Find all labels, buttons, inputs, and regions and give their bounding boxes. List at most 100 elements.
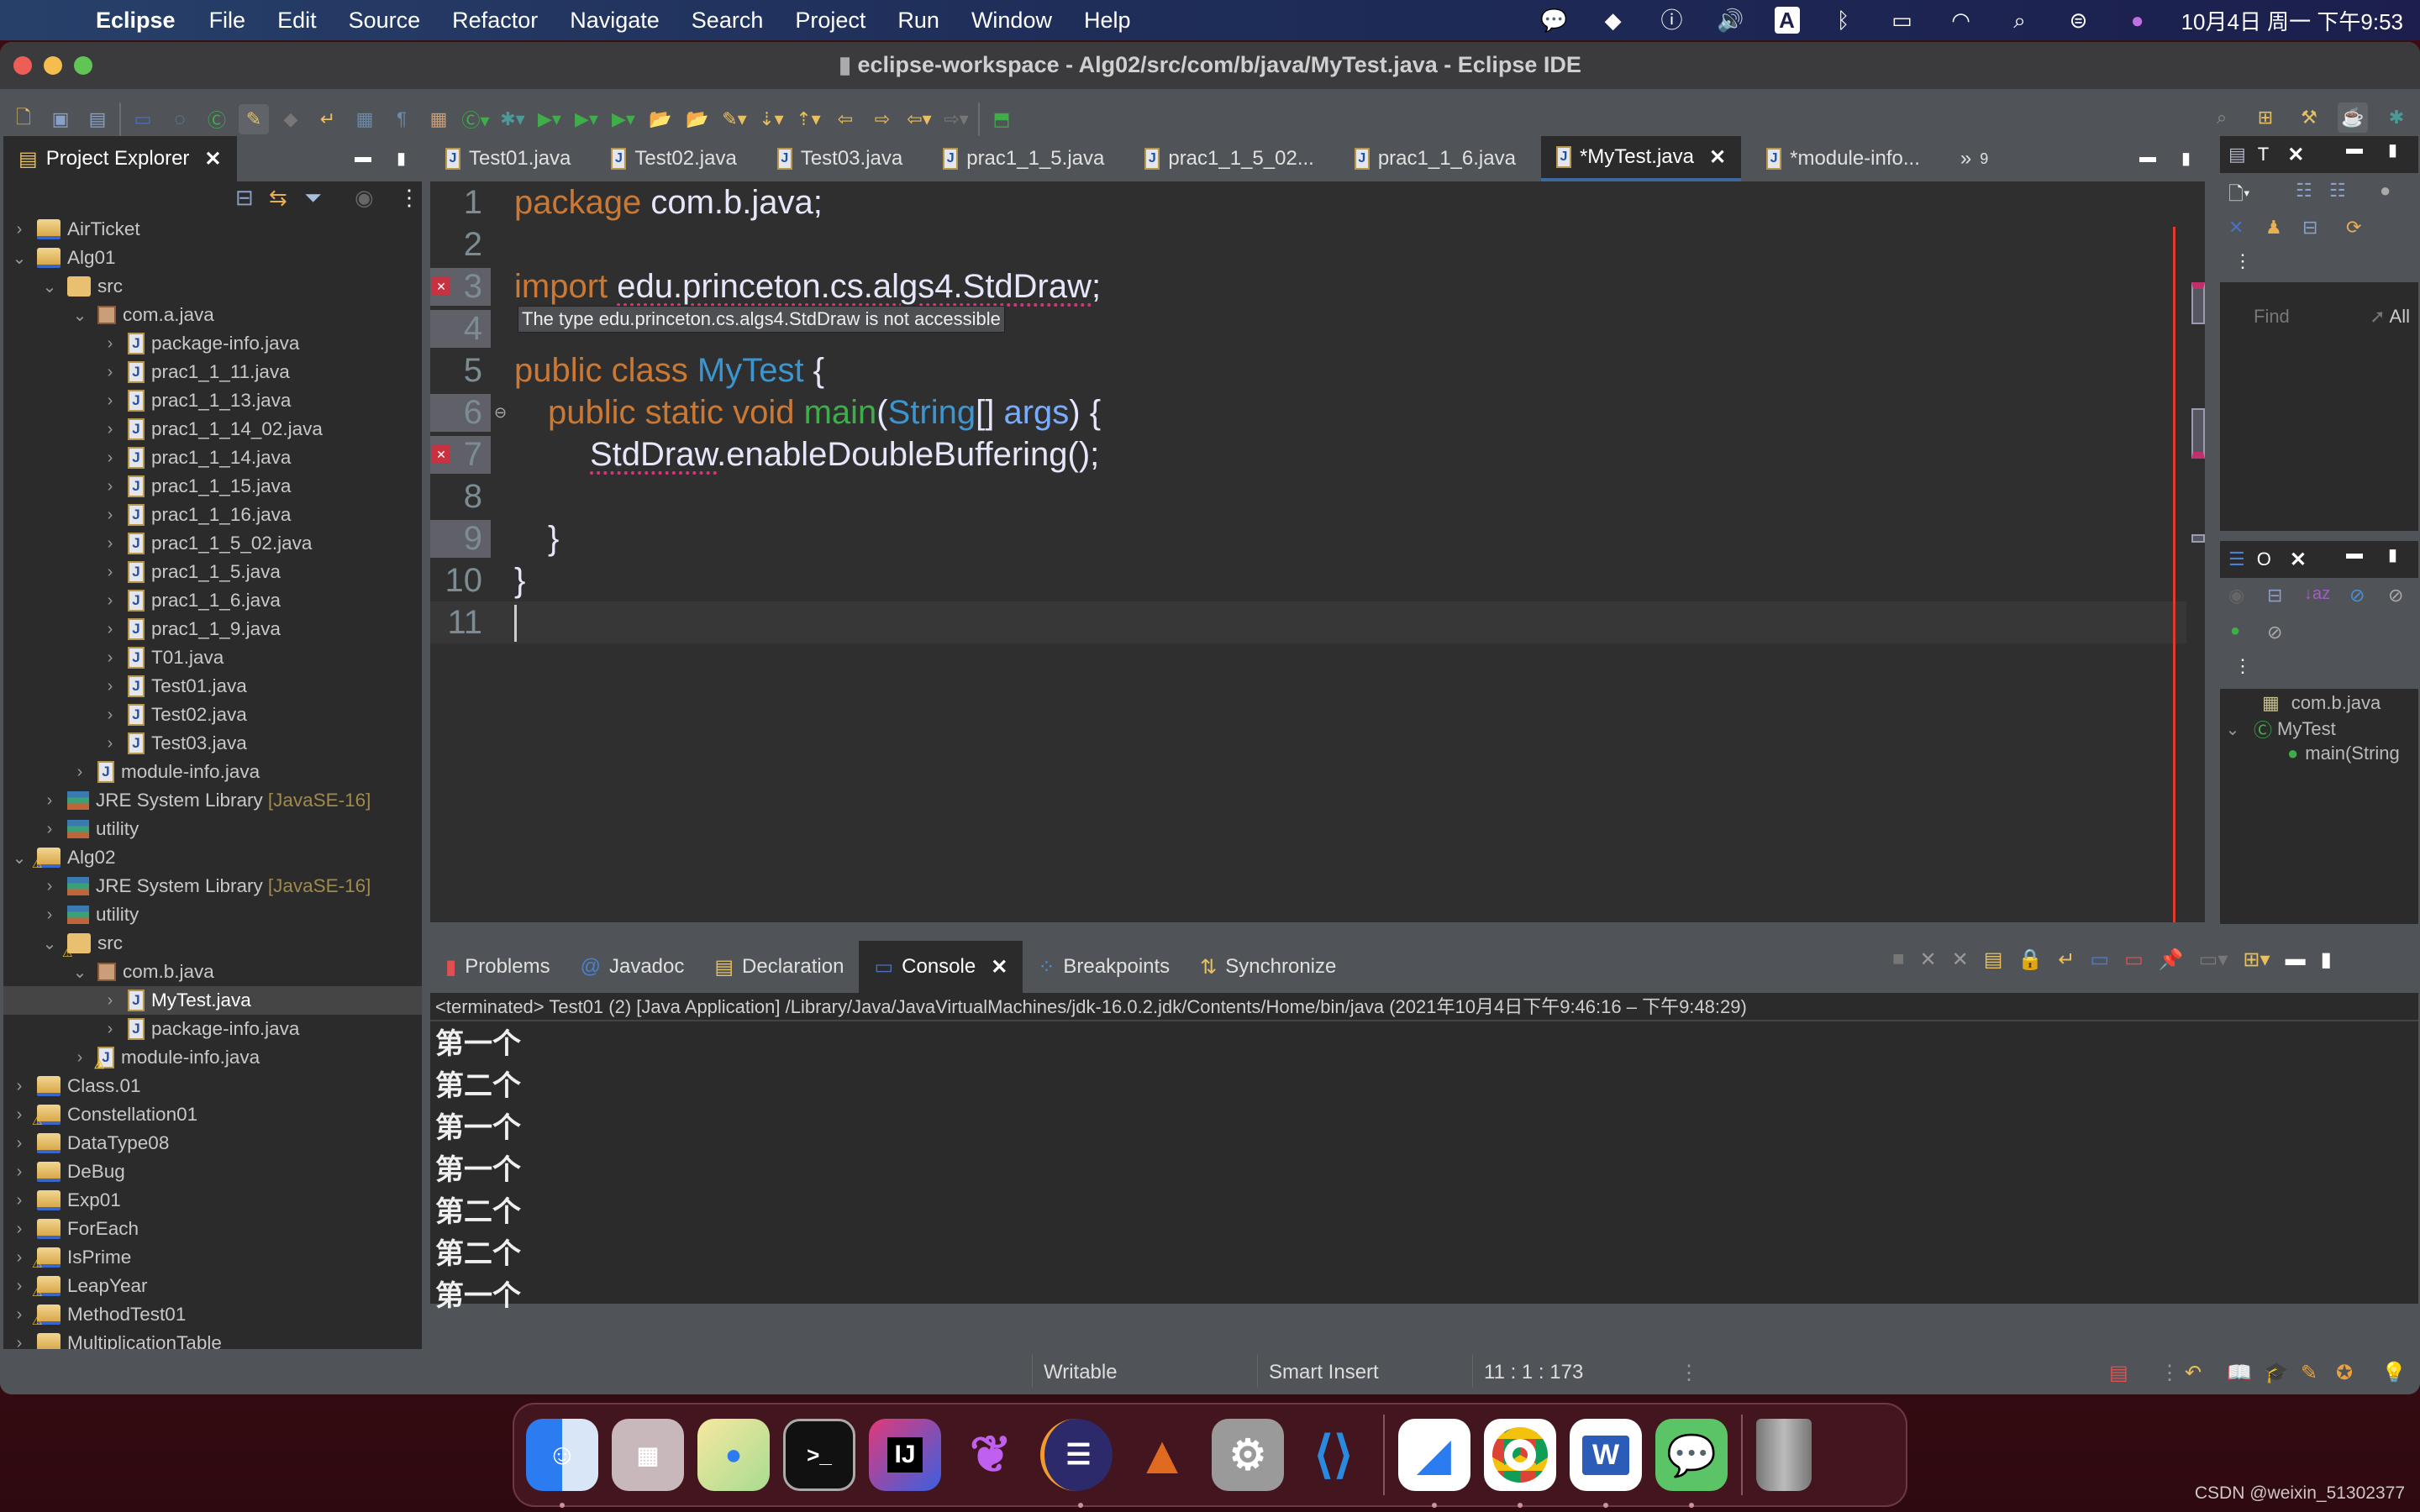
display-console-icon[interactable]: ▭▾: [2199, 948, 2228, 972]
chevron-right-icon[interactable]: ›: [10, 220, 29, 239]
maximize-icon[interactable]: ▮: [2321, 948, 2332, 972]
chevron-down-icon[interactable]: ⌄: [71, 962, 89, 983]
tree-item[interactable]: › Jprac1_1_11.java: [3, 358, 422, 386]
prev-annotation-icon[interactable]: ⇡▾: [793, 104, 823, 134]
error-log-icon[interactable]: ▤: [2109, 1361, 2128, 1385]
new-class-dropdown-icon[interactable]: Ⓒ▾: [460, 104, 491, 134]
chevron-right-icon[interactable]: ›: [10, 1334, 29, 1352]
show-my-tasks-icon[interactable]: ♟: [2265, 217, 2282, 239]
tree-item[interactable]: › utility: [3, 900, 422, 929]
menu-project[interactable]: Project: [795, 8, 865, 34]
chevron-down-icon[interactable]: ⌄: [10, 848, 29, 869]
synchronize-icon[interactable]: ⟳: [2346, 217, 2361, 239]
remove-launch-icon[interactable]: ✕: [1920, 948, 1937, 972]
remove-all-terminated-icon[interactable]: ✕: [1952, 948, 1969, 972]
chevron-right-icon[interactable]: ›: [40, 791, 59, 811]
tab-breakpoints[interactable]: ⁘ Breakpoints: [1023, 941, 1185, 993]
chevron-right-icon[interactable]: ›: [10, 1305, 29, 1325]
menu-app-name[interactable]: Eclipse: [96, 8, 176, 34]
view-menu-icon[interactable]: ⋮: [398, 185, 420, 211]
volume-icon[interactable]: 🔊: [1716, 7, 1746, 34]
chevron-right-icon[interactable]: ›: [101, 677, 119, 696]
all-filter[interactable]: ➚ All: [2370, 306, 2410, 328]
hide-static-icon[interactable]: ⊘: [2388, 585, 2403, 606]
console-output[interactable]: 第一个 第二个 第一个 第一个 第二个 第二个 第一个: [435, 1023, 521, 1317]
chevron-right-icon[interactable]: ›: [40, 906, 59, 925]
terminate-icon[interactable]: ■: [1892, 948, 1905, 972]
tab-task-list[interactable]: ▤ T ✕: [2220, 136, 2321, 173]
minimize-icon[interactable]: ▬: [2139, 148, 2156, 169]
tree-item[interactable]: › Jprac1_1_14_02.java: [3, 415, 422, 444]
outline-item[interactable]: ▦ com.b.java: [2220, 689, 2418, 717]
wand-icon[interactable]: ✎: [2301, 1361, 2317, 1385]
java-perspective-icon[interactable]: ☕: [2338, 102, 2368, 133]
editor-tab[interactable]: Jprac1_1_6.java: [1339, 136, 1531, 181]
step-icon[interactable]: ◆: [276, 104, 306, 134]
show-whitespace-icon[interactable]: ¶: [387, 104, 417, 134]
hide-local-types-icon[interactable]: ⊘: [2267, 622, 2282, 643]
save-icon[interactable]: ▣: [45, 104, 76, 134]
new-package-icon[interactable]: ▦: [424, 104, 454, 134]
chevron-right-icon[interactable]: ›: [101, 534, 119, 554]
chevron-right-icon[interactable]: ›: [101, 1020, 119, 1039]
filter-icon[interactable]: ⏷: [304, 185, 322, 212]
forward-to-edit-icon[interactable]: ⇨: [867, 104, 897, 134]
new-task-icon[interactable]: 🗋▾: [2228, 180, 2250, 212]
chevron-down-icon[interactable]: ⌄: [40, 276, 59, 297]
forward-icon[interactable]: ⇨▾: [941, 104, 971, 134]
open-perspective-button-icon[interactable]: ⊞: [2250, 102, 2281, 133]
close-icon[interactable]: ✕: [991, 955, 1007, 979]
editor-tab[interactable]: J *MyTest.java ✕: [1540, 136, 1742, 181]
chevron-right-icon[interactable]: ›: [10, 1220, 29, 1239]
chevron-right-icon[interactable]: ›: [71, 1048, 89, 1068]
console-view-icon[interactable]: ▭: [128, 104, 158, 134]
java-ee-perspective-icon[interactable]: ⚒: [2294, 102, 2324, 133]
minimize-icon[interactable]: ▬: [2286, 948, 2306, 972]
tutorial-icon[interactable]: 🎓: [2264, 1361, 2289, 1385]
dock-maps[interactable]: ●: [697, 1419, 770, 1491]
fold-icon[interactable]: ⊖: [494, 404, 507, 422]
chevron-right-icon[interactable]: ›: [10, 1077, 29, 1096]
open-file-icon[interactable]: 📂: [682, 104, 713, 134]
tree-item[interactable]: › ⚠ IsPrime: [3, 1243, 422, 1272]
chevron-right-icon[interactable]: ›: [101, 477, 119, 496]
block-selection-icon[interactable]: ▦: [350, 104, 380, 134]
next-annotation-icon[interactable]: ⇣▾: [756, 104, 786, 134]
lightbulb-icon[interactable]: 💡: [2381, 1361, 2407, 1385]
dock-kotlin[interactable]: ❦: [955, 1419, 1027, 1491]
mark-occurrences-icon[interactable]: ✎: [239, 104, 269, 134]
outline-item[interactable]: ● main(String: [2220, 741, 2418, 766]
debug-perspective-icon[interactable]: ✱: [2381, 102, 2412, 133]
editor-tab[interactable]: J *module-info...: [1751, 136, 1935, 181]
open-perspective-icon[interactable]: ⬒: [986, 104, 1017, 134]
tree-item[interactable]: › Jprac1_1_9.java: [3, 615, 422, 643]
overview-marker[interactable]: [2191, 534, 2205, 543]
collapse-all-icon[interactable]: ⊟: [2302, 217, 2317, 239]
chevron-right-icon[interactable]: ›: [71, 763, 89, 782]
view-menu-icon[interactable]: ⋮: [2233, 655, 2252, 677]
chevron-right-icon[interactable]: ›: [40, 820, 59, 839]
dock-launchpad[interactable]: ▦: [612, 1419, 684, 1491]
dock-eclipse[interactable]: ☰: [1040, 1419, 1113, 1508]
dock-matlab[interactable]: ▲: [1126, 1419, 1198, 1491]
pin-console-icon[interactable]: 📌: [2159, 948, 2184, 972]
tree-item[interactable]: › Jprac1_1_15.java: [3, 472, 422, 501]
minimize-icon[interactable]: ▬: [2346, 544, 2363, 565]
menu-edit[interactable]: Edit: [277, 8, 317, 34]
pen-icon[interactable]: ◆: [1598, 7, 1628, 34]
new-icon[interactable]: 🗋: [8, 104, 39, 134]
wifi-icon[interactable]: ◠: [1946, 7, 1976, 34]
debug-icon[interactable]: ✱▾: [497, 104, 528, 134]
save-all-icon[interactable]: ▤: [82, 104, 113, 134]
chevron-right-icon[interactable]: ›: [101, 734, 119, 753]
chevron-right-icon[interactable]: ›: [101, 620, 119, 639]
clock[interactable]: 10月4日 周一 下午9:53: [2181, 5, 2403, 36]
focus-icon[interactable]: ◉: [2228, 585, 2244, 606]
tree-item[interactable]: › Jprac1_1_14.java: [3, 444, 422, 472]
chevron-right-icon[interactable]: ›: [10, 1105, 29, 1125]
menu-refactor[interactable]: Refactor: [452, 8, 538, 34]
editor-tab[interactable]: J Test03.java: [762, 136, 918, 181]
tree-item[interactable]: › JRE System Library [JavaSE-16]: [3, 872, 422, 900]
scheduled-icon[interactable]: ☷: [2329, 180, 2346, 202]
chevron-right-icon[interactable]: ›: [40, 877, 59, 896]
